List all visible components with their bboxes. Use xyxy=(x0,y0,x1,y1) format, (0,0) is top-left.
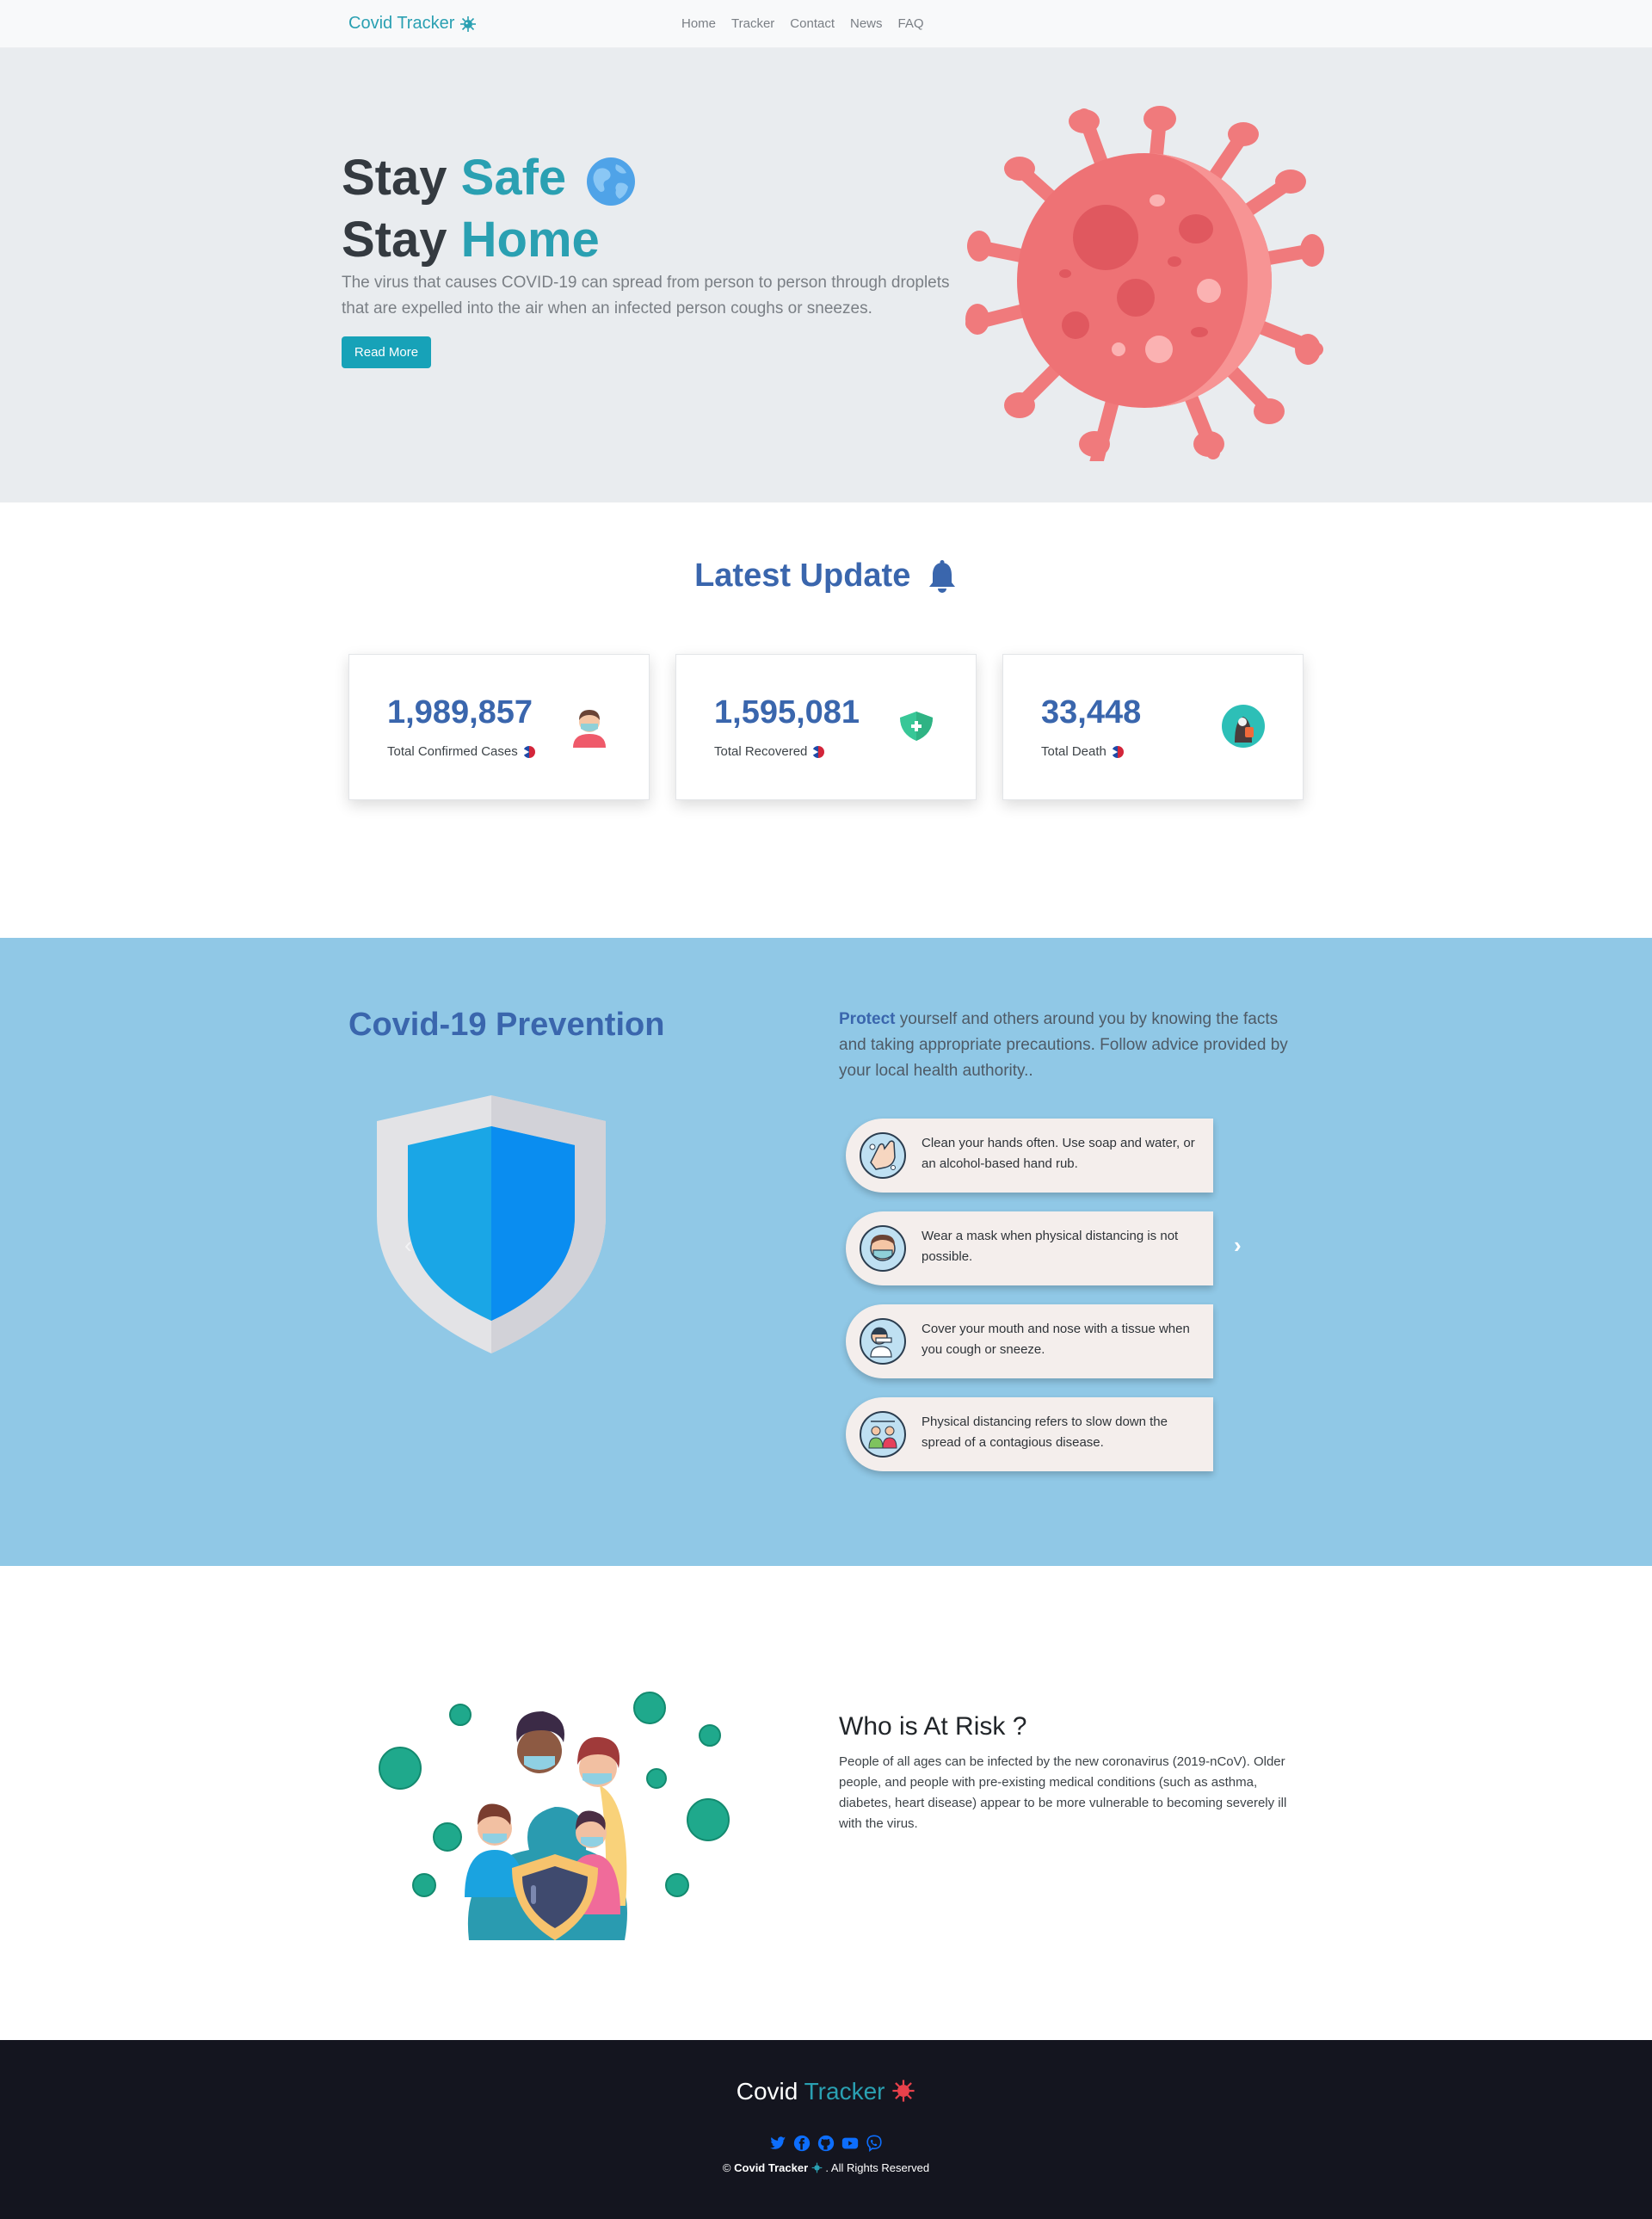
brand-text: Covid Tracker xyxy=(348,14,455,33)
tip-text-distance: Physical distancing refers to slow down … xyxy=(922,1415,1168,1450)
viber-icon[interactable] xyxy=(865,2134,884,2153)
confirmed-card: 1,989,857 Total Confirmed Cases xyxy=(348,654,650,800)
death-value: 33,448 xyxy=(1041,694,1142,730)
nav-tracker[interactable]: Tracker xyxy=(731,16,774,31)
recovered-label: Total Recovered xyxy=(714,744,808,759)
virus-icon xyxy=(892,2080,915,2102)
prevention-title: Covid-19 Prevention xyxy=(348,1007,665,1043)
tip-card-distance: Physical distancing refers to slow down … xyxy=(846,1397,1213,1471)
globe-icon xyxy=(587,157,636,206)
virus-icon xyxy=(460,15,477,32)
footer-brand-accent: Tracker xyxy=(804,2078,885,2105)
nav-home[interactable]: Home xyxy=(681,16,716,31)
hero-title: Stay Safe Stay Home xyxy=(342,147,637,271)
copyright-text: . All Rights Reserved xyxy=(825,2161,930,2174)
prevention-intro: Protect yourself and others around you b… xyxy=(839,1007,1304,1084)
ph-flag-icon xyxy=(1111,745,1124,758)
ph-flag-icon xyxy=(812,745,825,758)
footer-brand: Covid Tracker xyxy=(0,2078,1652,2105)
prevention-intro-strong: Protect xyxy=(839,1010,896,1028)
bell-icon xyxy=(928,559,955,593)
tip-text-cover: Cover your mouth and nose with a tissue … xyxy=(922,1322,1190,1357)
read-more-button[interactable]: Read More xyxy=(342,336,431,368)
youtube-icon[interactable] xyxy=(841,2134,860,2153)
nav-links: Home Tracker Contact News FAQ xyxy=(681,16,924,31)
risk-text: People of all ages can be infected by th… xyxy=(839,1754,1287,1831)
tip-card-handwash: Clean your hands often. Use soap and wat… xyxy=(846,1119,1213,1193)
nav-contact[interactable]: Contact xyxy=(790,16,835,31)
face-mask-icon xyxy=(860,1225,906,1272)
carousel-next-icon[interactable]: › xyxy=(1234,1232,1242,1259)
virus-icon xyxy=(811,2162,823,2173)
facebook-icon[interactable] xyxy=(792,2134,811,2153)
coronavirus-illustration xyxy=(965,106,1324,461)
confirmed-label-row: Total Confirmed Cases xyxy=(387,744,535,759)
nav-faq[interactable]: FAQ xyxy=(898,16,924,31)
hero-line1-accent: Safe xyxy=(460,150,567,206)
shield-illustration xyxy=(377,1095,606,1353)
tip-card-cover: Cover your mouth and nose with a tissue … xyxy=(846,1304,1213,1378)
tip-text-handwash: Clean your hands often. Use soap and wat… xyxy=(922,1136,1195,1171)
tip-card-mask: Wear a mask when physical distancing is … xyxy=(846,1211,1213,1285)
hand-wash-icon xyxy=(860,1132,906,1179)
distancing-icon xyxy=(860,1411,906,1458)
hero-line2-prefix: Stay xyxy=(342,212,447,268)
confirmed-value: 1,989,857 xyxy=(387,694,533,730)
hero-line2-accent: Home xyxy=(460,212,600,268)
hero-line1-prefix: Stay xyxy=(342,150,447,206)
recovered-card: 1,595,081 Total Recovered xyxy=(675,654,977,800)
nav-news[interactable]: News xyxy=(850,16,883,31)
latest-update-title: Latest Update xyxy=(694,558,911,594)
github-icon[interactable] xyxy=(817,2134,835,2153)
death-label: Total Death xyxy=(1041,744,1106,759)
confirmed-label: Total Confirmed Cases xyxy=(387,744,518,759)
prevention-section: Covid-19 Prevention ‹ › Protect yourself… xyxy=(0,938,1652,1566)
prevention-intro-text: yourself and others around you by knowin… xyxy=(839,1010,1288,1080)
copyright-brand: Covid Tracker xyxy=(734,2161,809,2174)
grim-reaper-icon xyxy=(1222,705,1265,748)
brand-link[interactable]: Covid Tracker xyxy=(348,14,477,34)
latest-update-heading: Latest Update xyxy=(0,558,1652,595)
hero-section: Stay Safe Stay Home The virus that cause… xyxy=(0,48,1652,502)
carousel-prev-icon[interactable]: ‹ xyxy=(404,1232,412,1259)
shield-plus-icon xyxy=(900,712,933,741)
risk-title: Who is At Risk ? xyxy=(839,1712,1027,1741)
social-links xyxy=(0,2134,1652,2153)
masked-person-icon xyxy=(573,710,606,748)
footer: Covid Tracker © Covid Tracker . All Righ… xyxy=(0,2040,1652,2219)
footer-copyright: © Covid Tracker . All Rights Reserved xyxy=(0,2161,1652,2174)
copyright-symbol: © xyxy=(722,2161,731,2174)
footer-brand-prefix: Covid xyxy=(736,2078,798,2105)
recovered-value: 1,595,081 xyxy=(714,694,860,730)
hero-description: The virus that causes COVID-19 can sprea… xyxy=(342,274,950,317)
navbar: Covid Tracker Home Tracker Contact News … xyxy=(0,0,1652,48)
death-card: 33,448 Total Death xyxy=(1002,654,1304,800)
sneeze-icon xyxy=(860,1318,906,1365)
tip-text-mask: Wear a mask when physical distancing is … xyxy=(922,1229,1179,1264)
ph-flag-icon xyxy=(522,745,535,758)
death-label-row: Total Death xyxy=(1041,744,1124,759)
family-illustration xyxy=(379,1692,730,1940)
recovered-label-row: Total Recovered xyxy=(714,744,825,759)
twitter-icon[interactable] xyxy=(768,2134,787,2153)
